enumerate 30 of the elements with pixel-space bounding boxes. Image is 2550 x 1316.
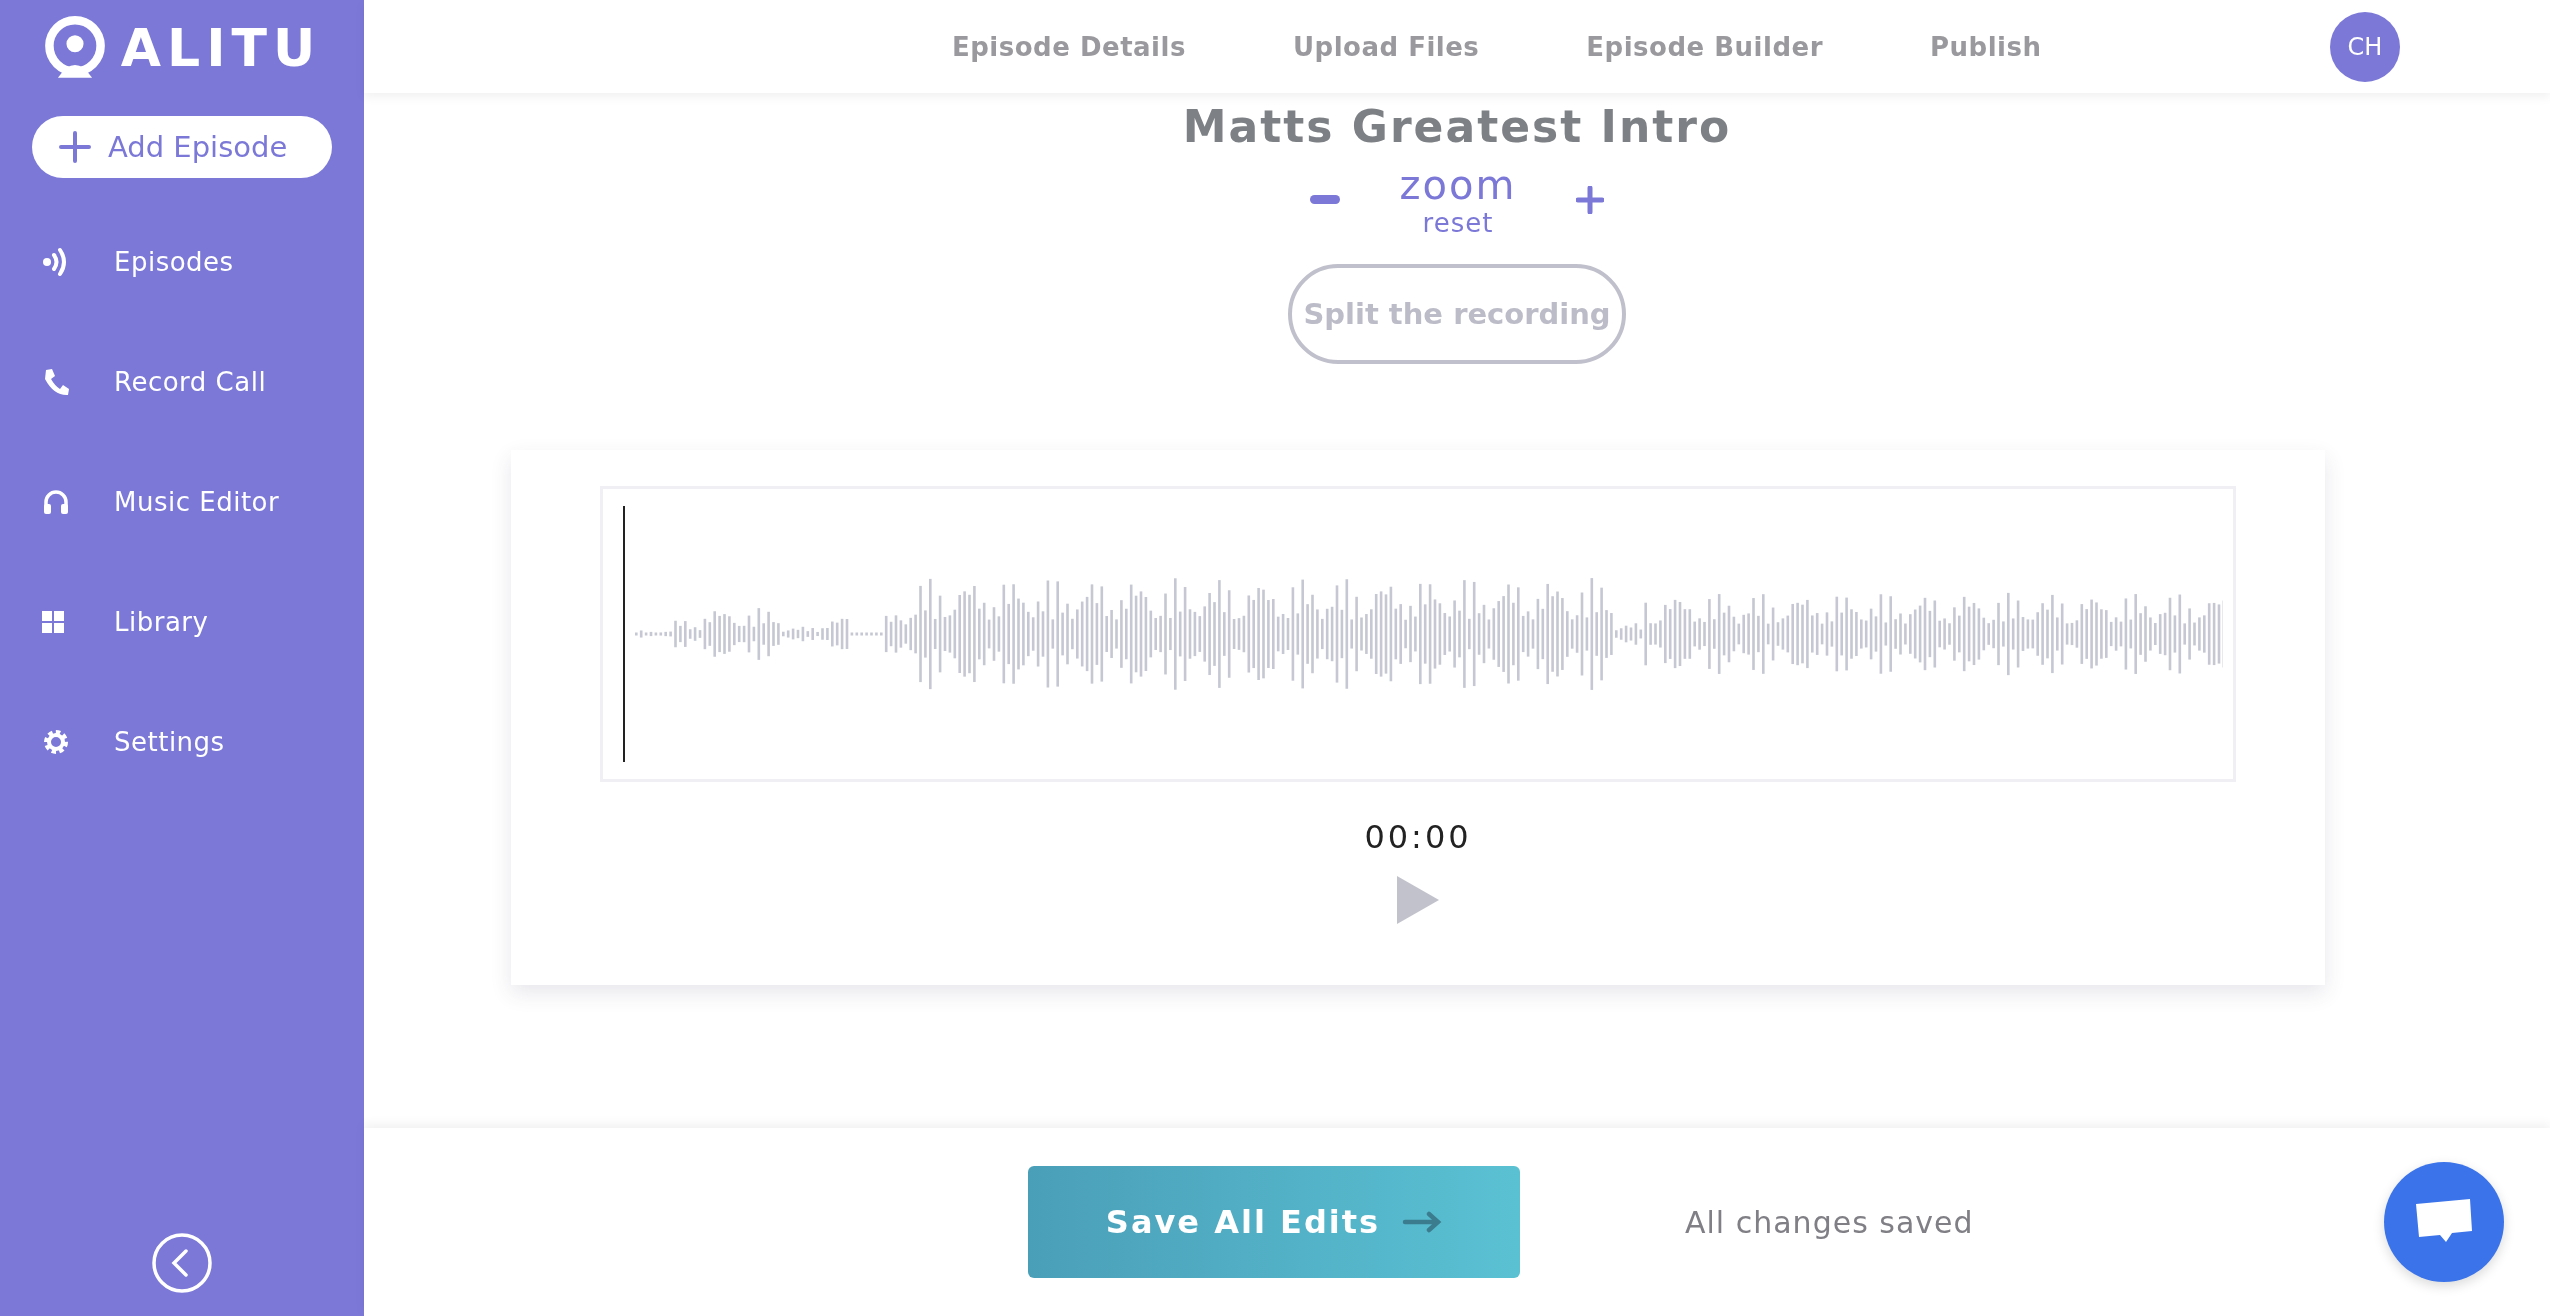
nav-link[interactable]: Episode Details xyxy=(952,31,1186,62)
logo-icon xyxy=(42,16,107,80)
broadcast-icon xyxy=(42,247,68,277)
sidebar-item[interactable]: Episodes xyxy=(0,240,364,284)
sidebar-item[interactable]: Settings xyxy=(0,720,364,764)
user-avatar[interactable]: CH xyxy=(2330,11,2400,82)
nav-link[interactable]: Upload Files xyxy=(1292,31,1480,62)
save-status: All changes saved xyxy=(1685,1204,1974,1240)
headphones-icon xyxy=(42,489,70,515)
reset-link[interactable]: reset xyxy=(1422,208,1494,238)
playback-time: 00:00 xyxy=(1364,818,1472,856)
zoom-label: zoom xyxy=(1399,162,1517,208)
zoom-in-icon[interactable] xyxy=(1576,186,1605,214)
settings-icon xyxy=(42,728,70,756)
zoom-out-icon[interactable] xyxy=(1309,195,1340,205)
nav-link[interactable]: Episode Builder xyxy=(1586,31,1823,62)
plus-icon xyxy=(58,130,92,164)
sidebar-item[interactable]: Music Editor xyxy=(0,480,364,524)
sidebar-item[interactable]: Library xyxy=(0,600,364,644)
phone-icon xyxy=(42,367,70,397)
nav-link[interactable]: Publish xyxy=(1929,31,2042,62)
arrow-right-icon xyxy=(1402,1211,1443,1233)
add-episode-button[interactable]: Add Episode xyxy=(32,116,332,178)
save-all-edits-button[interactable]: Save All Edits xyxy=(1028,1166,1520,1278)
sidebar-item[interactable]: Record Call xyxy=(0,360,364,404)
chat-button[interactable] xyxy=(2384,1162,2504,1282)
collapse-sidebar-icon[interactable] xyxy=(151,1232,213,1294)
logo-text: ALITU xyxy=(120,18,322,78)
recording-title: Matts Greatest Intro xyxy=(1182,101,1732,152)
grid-icon xyxy=(42,611,64,633)
